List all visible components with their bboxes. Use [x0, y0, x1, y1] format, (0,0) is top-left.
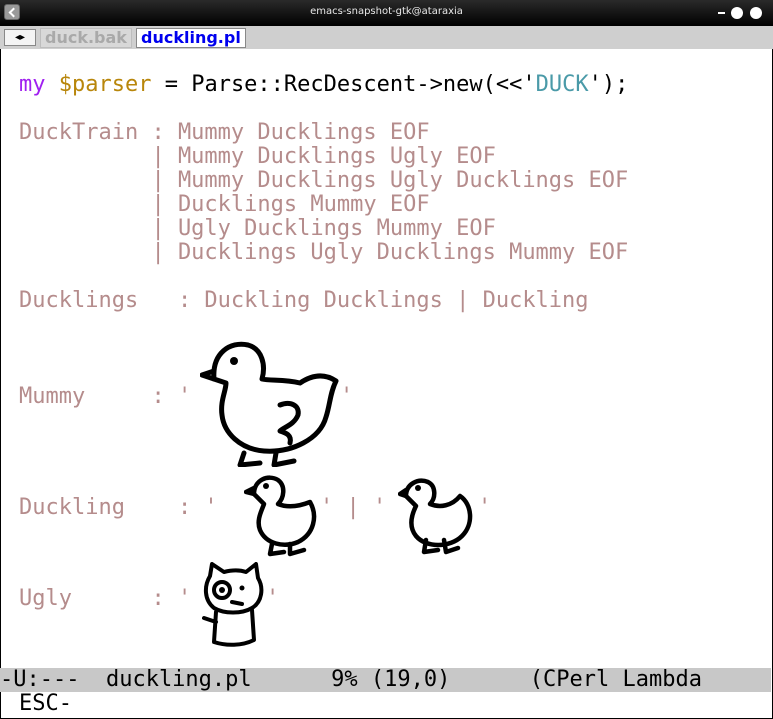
- close-icon[interactable]: [750, 7, 762, 19]
- heredoc-string: DUCK: [535, 72, 589, 97]
- grammar-line: | Mummy Ducklings Ugly EOF: [19, 144, 496, 169]
- quote-open: ': [522, 72, 536, 97]
- keyword-my: my: [19, 72, 46, 97]
- duckling-icon: [244, 475, 317, 557]
- duckling-rule-mid: ' | ': [320, 495, 387, 520]
- tab-duckling-pl[interactable]: duckling.pl: [136, 28, 246, 48]
- title-bar: emacs-snapshot-gtk@ataraxia: [0, 0, 773, 26]
- grammar-line: | Ducklings Ugly Ducklings Mummy EOF: [19, 240, 629, 265]
- code-text: = Parse::RecDescent->new(<<: [151, 72, 523, 97]
- variable-parser: $parser: [58, 72, 152, 97]
- code-line-parser: my $parser = Parse::RecDescent->new(<<'D…: [19, 73, 628, 97]
- tab-scroll-arrows-icon[interactable]: ◂▸: [4, 29, 36, 46]
- grammar-line: | Ducklings Mummy EOF: [19, 192, 430, 217]
- grammar-line: | Ugly Ducklings Mummy EOF: [19, 216, 496, 241]
- window-title: emacs-snapshot-gtk@ataraxia: [310, 6, 463, 17]
- ugly-rule-suffix: ': [266, 586, 280, 611]
- ugly-rule-prefix: Ugly : ': [19, 586, 192, 611]
- duckling-alt-icon: [398, 478, 473, 555]
- tab-bar: ◂▸ duck.bak duckling.pl: [0, 26, 773, 49]
- grammar-line: Ducklings : Duckling Ducklings | Ducklin…: [19, 288, 589, 313]
- duckling-rule-prefix: Duckling : ': [19, 495, 218, 520]
- editor-buffer[interactable]: my $parser = Parse::RecDescent->new(<<'D…: [0, 49, 773, 668]
- minibuffer[interactable]: ESC-: [19, 692, 72, 716]
- mummy-duck-icon: [200, 341, 339, 467]
- mode-line: -U:--- duckling.pl 9% (19,0) (CPerl Lamb…: [0, 668, 771, 692]
- grammar-line: DuckTrain : Mummy Ducklings EOF: [19, 120, 430, 145]
- maximize-icon[interactable]: [731, 7, 743, 19]
- code-end: );: [601, 72, 629, 97]
- mummy-rule-prefix: Mummy : ': [19, 384, 192, 409]
- duckling-rule-suffix: ': [478, 495, 492, 520]
- mummy-rule-suffix: ': [340, 384, 354, 409]
- quote-close: ': [588, 72, 602, 97]
- minimize-icon[interactable]: [718, 12, 725, 14]
- ugly-duckling-icon: [202, 562, 264, 647]
- grammar-line: | Mummy Ducklings Ugly Ducklings EOF: [19, 168, 629, 193]
- tab-duck-bak[interactable]: duck.bak: [40, 28, 132, 48]
